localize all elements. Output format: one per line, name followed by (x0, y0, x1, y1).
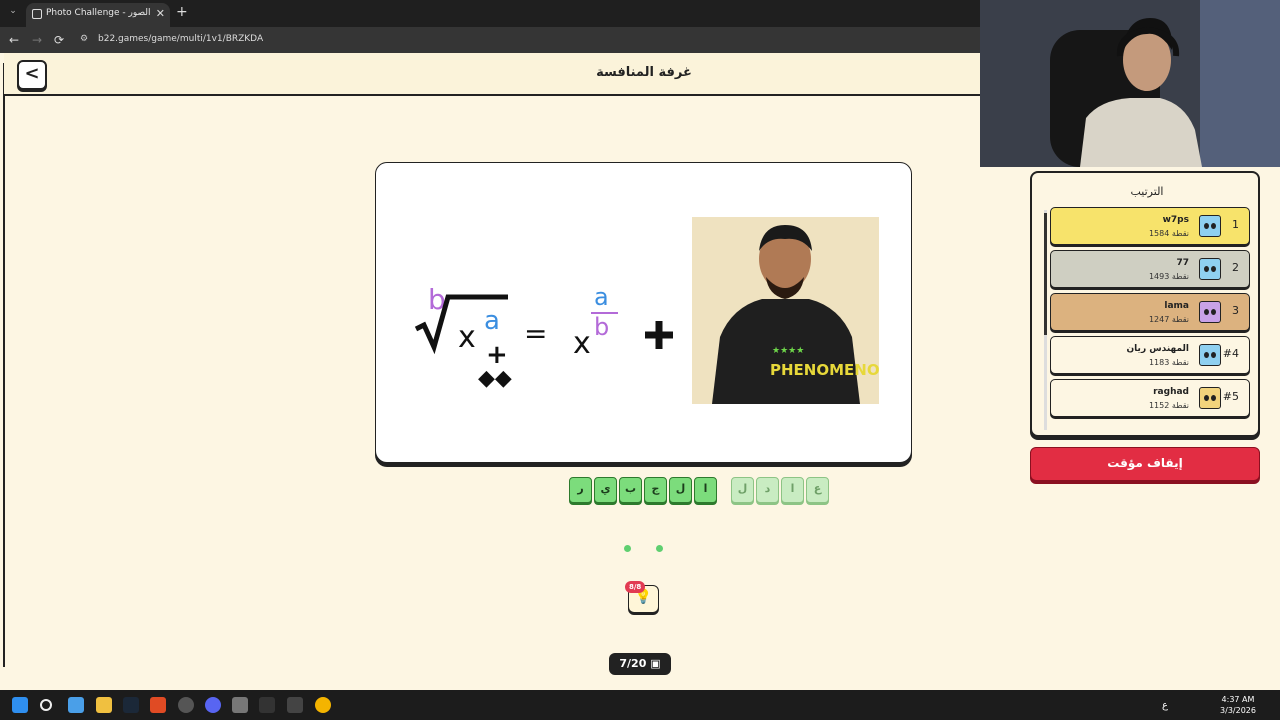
letter-tile-hint[interactable]: ع (806, 477, 829, 503)
page-header: < غرفة المنافسة (4, 53, 980, 96)
app-icon[interactable] (232, 697, 248, 713)
svg-text:x: x (573, 326, 591, 361)
rank-number: #4 (1222, 347, 1239, 360)
ranking-row[interactable]: 3 lama 1247 نقطة (1050, 293, 1250, 331)
letter-tile[interactable]: ا (694, 477, 717, 503)
tab-close-icon[interactable]: ✕ (156, 7, 165, 20)
letter-tile[interactable]: ي (594, 477, 617, 503)
reload-icon[interactable]: ⟳ (54, 33, 64, 47)
pause-button[interactable]: إيقاف مؤقت (1030, 447, 1260, 481)
browser-tab-bar: ⌄ Photo Challenge - تحدي الصور ✕ + (0, 0, 980, 27)
game-page: < غرفة المنافسة b x a + ◆◆ = x a b ★★★★ (0, 53, 980, 690)
rank-number: 3 (1232, 304, 1239, 317)
hint-count-badge: 8/8 (625, 581, 646, 593)
new-tab-button[interactable]: + (176, 4, 188, 20)
tab-title: Photo Challenge - تحدي الصور (46, 8, 152, 18)
svg-text:a: a (594, 283, 609, 311)
app-icon[interactable] (178, 697, 194, 713)
browser-tab[interactable]: Photo Challenge - تحدي الصور ✕ (26, 3, 170, 27)
chrome-icon[interactable] (315, 697, 331, 713)
player-score: 1152 نقطة (1148, 401, 1189, 410)
answer-tiles: ر ي ب ج ل ا ل د ا ع (569, 477, 829, 503)
letter-tile-hint[interactable]: د (756, 477, 779, 503)
clock-time[interactable]: 4:37 AM (1214, 695, 1262, 704)
file-explorer-icon[interactable] (96, 697, 112, 713)
windows-taskbar: ع 4:37 AM 3/3/2026 (0, 690, 1280, 720)
ranking-row[interactable]: #5 raghad 1152 نقطة (1050, 379, 1250, 417)
input-language[interactable]: ع (1162, 700, 1168, 711)
player-name: المهندس ريان (1126, 344, 1190, 354)
letter-tile[interactable]: ل (669, 477, 692, 503)
player-name: lama (1164, 301, 1189, 311)
status-dot (624, 545, 631, 552)
ranking-panel: الترتيب 1 w7ps 1584 نقطة 2 77 1493 نقطة … (1030, 171, 1260, 437)
site-info-icon[interactable]: ⚙ (80, 34, 92, 46)
person-photo: ★★★★ PHENOMENON (692, 217, 879, 404)
player-score: 1247 نقطة (1148, 315, 1189, 324)
letter-tile-hint[interactable]: ل (731, 477, 754, 503)
letter-tile[interactable]: ر (569, 477, 592, 503)
avatar (1199, 215, 1221, 237)
ranking-row[interactable]: 1 w7ps 1584 نقطة (1050, 207, 1250, 245)
rank-number: #5 (1222, 390, 1239, 403)
svg-text:★★★★: ★★★★ (772, 346, 804, 356)
svg-text:=: = (524, 317, 547, 350)
status-dot (656, 545, 663, 552)
svg-text:x: x (458, 320, 476, 355)
letter-tile-hint[interactable]: ا (781, 477, 804, 503)
question-progress: 7/20 ▣ (609, 653, 671, 675)
avatar (1199, 258, 1221, 280)
avatar (1199, 387, 1221, 409)
ranking-scroll-thumb[interactable] (1044, 213, 1047, 335)
player-name: w7ps (1162, 215, 1189, 225)
windows-start-icon[interactable] (12, 697, 28, 713)
url-field[interactable]: b22.games/game/multi/1v1/BRZKDA (98, 34, 263, 44)
puzzle-card: b x a + ◆◆ = x a b ★★★★ PHENOMENON (375, 162, 912, 463)
image-icon: ▣ (650, 657, 661, 670)
letter-tile[interactable]: ب (619, 477, 642, 503)
app-icon[interactable] (259, 697, 275, 713)
letter-tile[interactable]: ج (644, 477, 667, 503)
ranking-title: الترتيب (1130, 185, 1164, 198)
back-arrow-icon[interactable]: ← (9, 33, 19, 47)
brave-icon[interactable] (150, 697, 166, 713)
player-score: 1584 نقطة (1148, 229, 1189, 238)
avatar (1199, 344, 1221, 366)
svg-text:a: a (484, 306, 500, 336)
rank-number: 2 (1232, 261, 1239, 274)
page-title: غرفة المنافسة (596, 65, 692, 80)
address-bar: ← → ⟳ ⚙ b22.games/game/multi/1v1/BRZKDA (0, 27, 980, 53)
svg-text:◆◆: ◆◆ (478, 366, 512, 391)
ranking-row[interactable]: #4 المهندس ريان 1183 نقطة (1050, 336, 1250, 374)
svg-text:b: b (594, 313, 609, 341)
clock-date[interactable]: 3/3/2026 (1214, 706, 1262, 715)
search-icon[interactable] (40, 699, 52, 711)
svg-text:PHENOMENON: PHENOMENON (770, 361, 879, 379)
discord-icon[interactable] (205, 697, 221, 713)
widgets-icon[interactable] (68, 697, 84, 713)
tab-search-icon[interactable]: ⌄ (6, 6, 20, 20)
avatar (1199, 301, 1221, 323)
app-icon[interactable] (287, 697, 303, 713)
player-name: raghad (1153, 387, 1189, 397)
left-border (3, 63, 5, 667)
favicon-icon (32, 9, 42, 19)
steam-icon[interactable] (123, 697, 139, 713)
player-score: 1493 نقطة (1148, 272, 1189, 281)
player-name: 77 (1176, 258, 1189, 268)
forward-arrow-icon[interactable]: → (32, 33, 42, 47)
rank-number: 1 (1232, 218, 1239, 231)
ranking-row[interactable]: 2 77 1493 نقطة (1050, 250, 1250, 288)
progress-label: 7/20 (619, 657, 647, 670)
math-puzzle-image: b x a + ◆◆ = x a b (414, 283, 673, 391)
webcam-overlay (980, 0, 1280, 167)
player-score: 1183 نقطة (1148, 358, 1189, 367)
back-button[interactable]: < (17, 60, 47, 90)
